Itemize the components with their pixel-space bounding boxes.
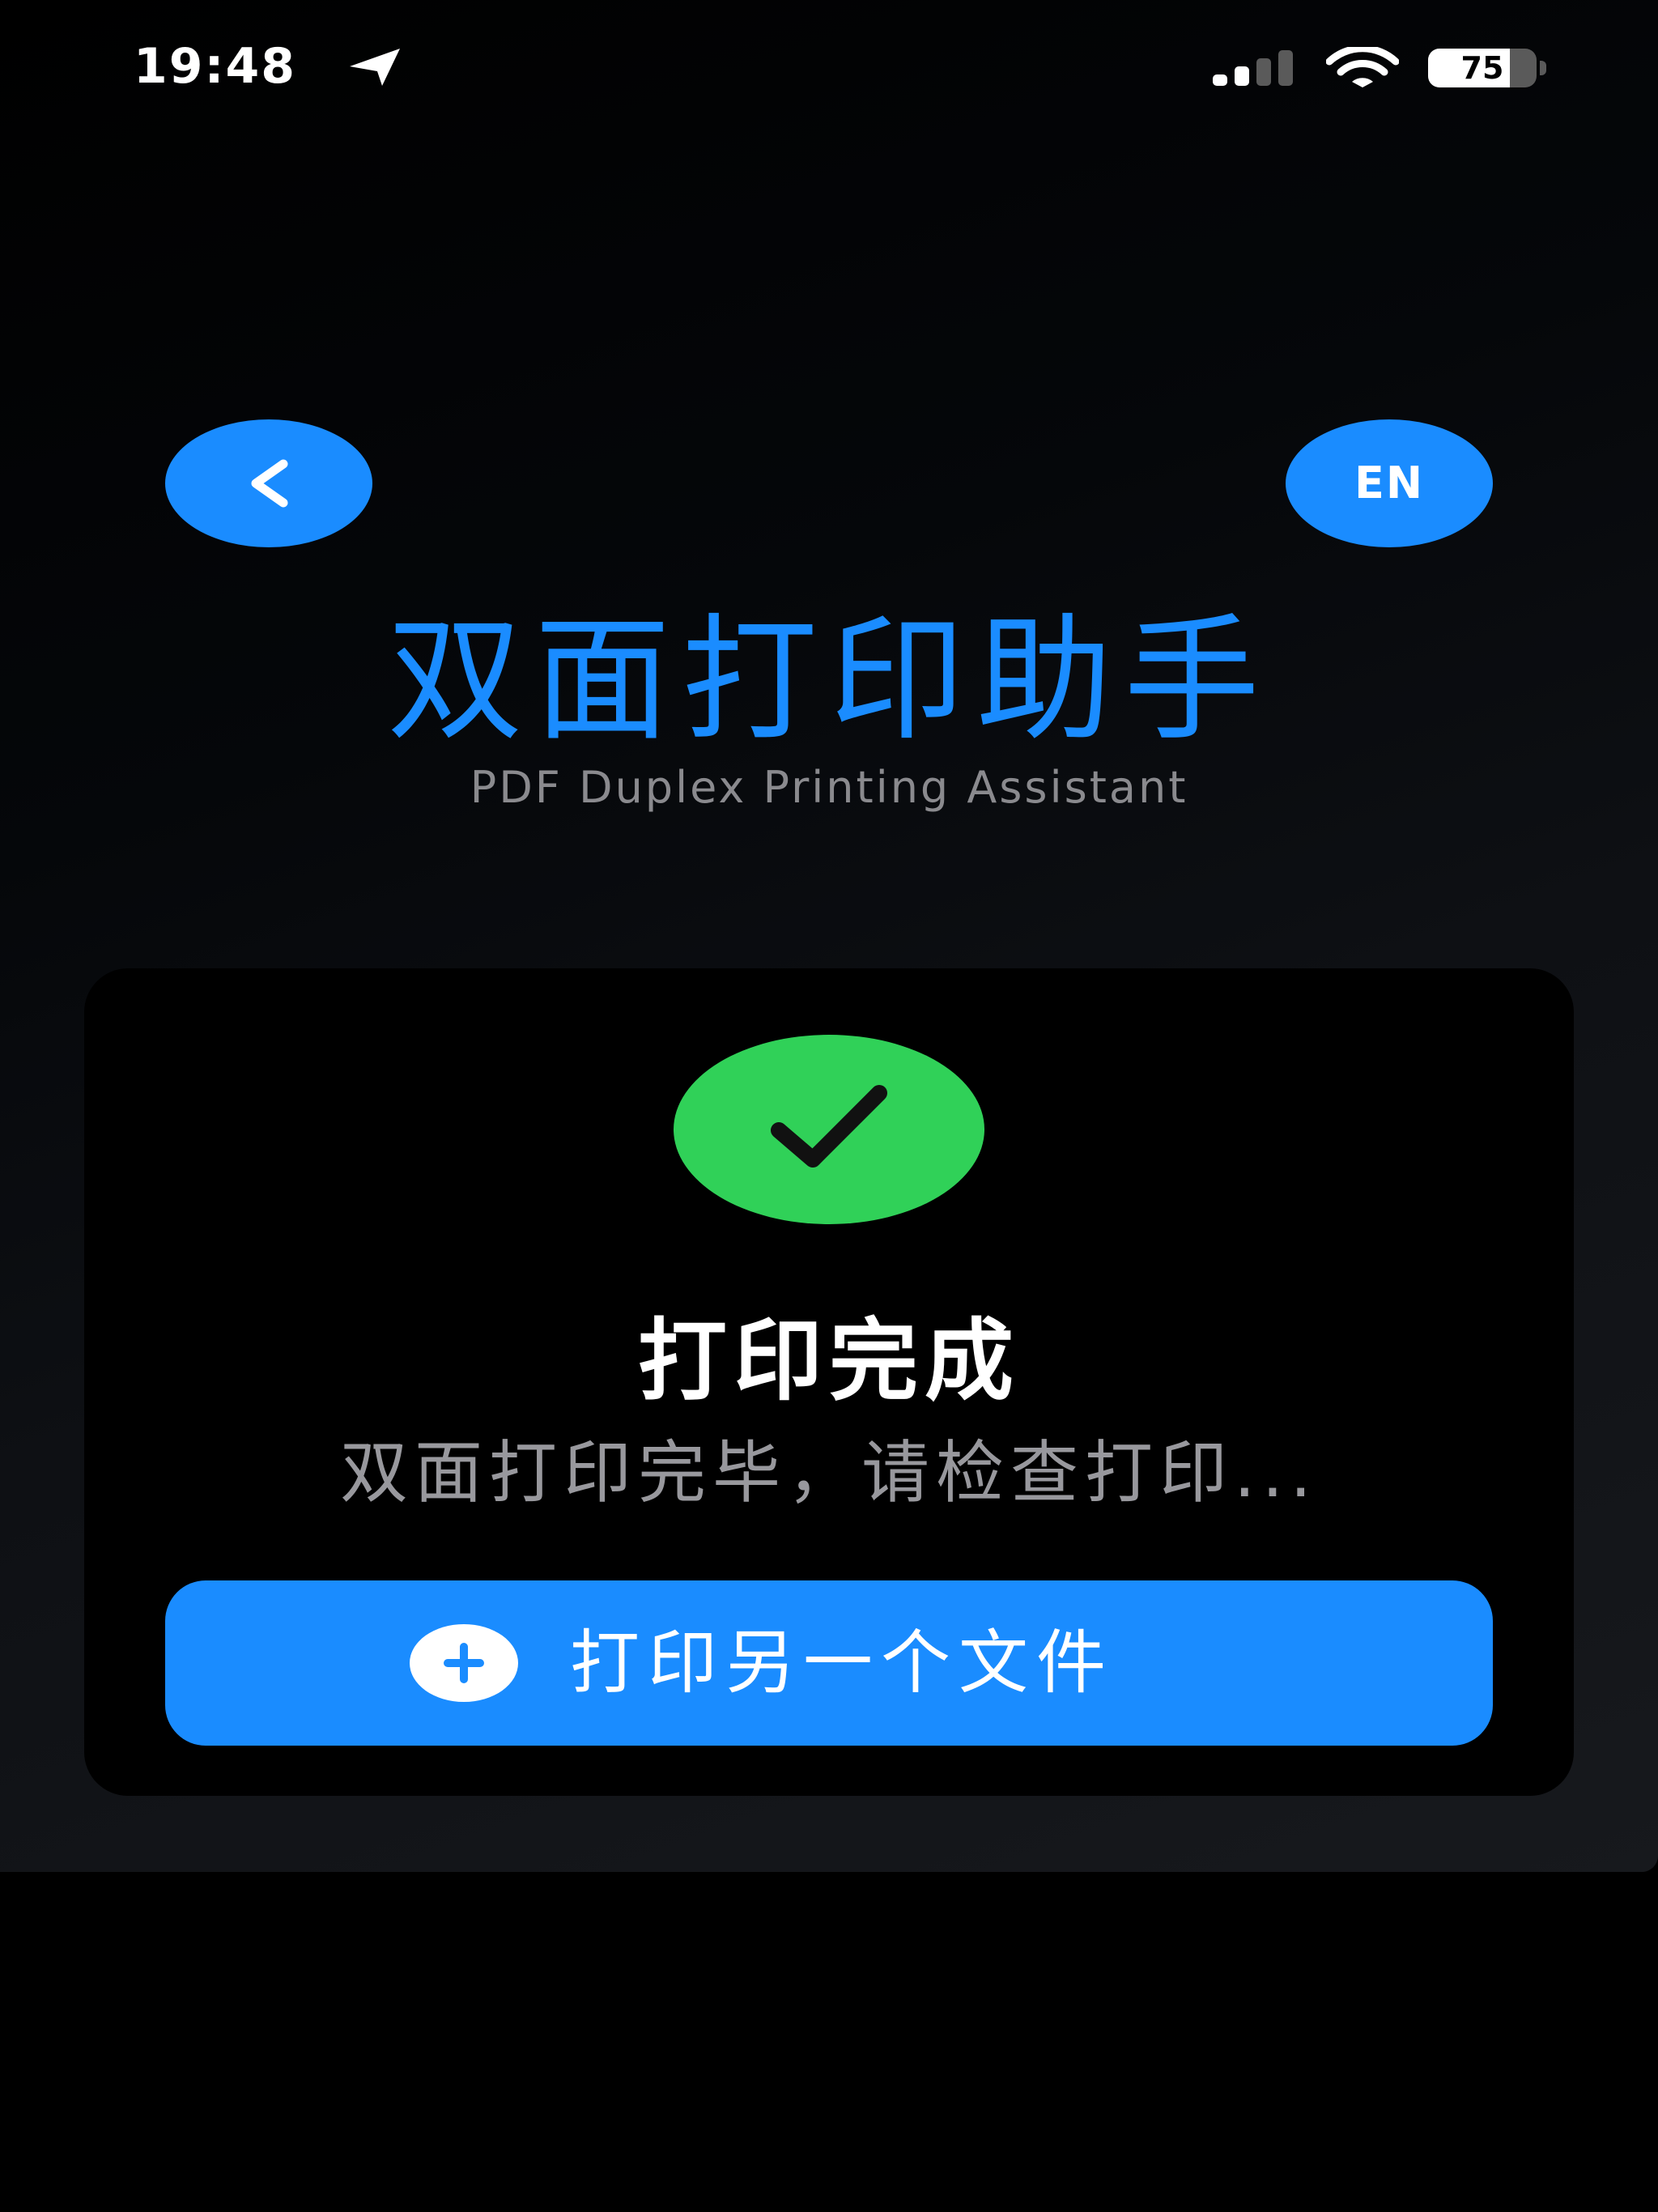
chevron-left-icon (251, 459, 288, 508)
status-time: 19:48 (134, 38, 296, 95)
screen: 19:48 75 EN 双面打印助手 PDF Duplex Printing A… (0, 0, 1658, 2212)
battery-body: 75 (1428, 49, 1537, 87)
signal-bar-2 (1235, 66, 1249, 86)
language-toggle-button[interactable]: EN (1286, 419, 1493, 547)
status-bar: 19:48 75 (0, 0, 1658, 138)
success-badge (674, 1035, 984, 1224)
print-another-file-label: 打印另一个文件 (570, 1623, 1114, 1704)
back-button[interactable] (165, 419, 372, 547)
wifi-icon (1326, 47, 1399, 87)
battery-level: 75 (1460, 50, 1504, 86)
result-message: 双面打印完毕，请检查打印... (339, 1433, 1319, 1512)
plus-circle-icon (410, 1624, 518, 1702)
signal-bar-3 (1256, 58, 1271, 86)
cellular-signal-icon (1213, 50, 1293, 86)
plus-icon (444, 1643, 484, 1683)
battery-tip (1540, 61, 1546, 75)
signal-bar-4 (1278, 50, 1293, 86)
app-subtitle: PDF Duplex Printing Assistant (470, 762, 1188, 813)
signal-bar-1 (1213, 74, 1227, 86)
location-arrow-icon (350, 49, 400, 86)
battery-icon: 75 (1428, 49, 1550, 87)
result-title: 打印完成 (638, 1309, 1020, 1413)
print-another-file-button[interactable]: 打印另一个文件 (165, 1580, 1493, 1746)
app-title: 双面打印助手 (387, 601, 1271, 759)
checkmark-icon (771, 1085, 887, 1168)
print-result-card: 打印完成 双面打印完毕，请检查打印... 打印另一个文件 (84, 968, 1574, 1796)
